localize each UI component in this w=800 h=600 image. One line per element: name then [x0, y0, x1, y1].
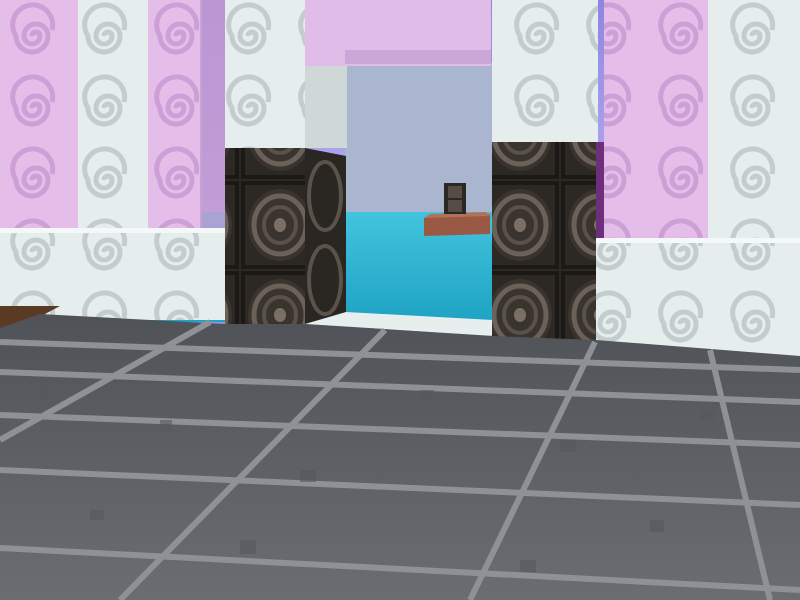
pink-pillar-right: [604, 0, 710, 238]
game-viewport[interactable]: [0, 0, 800, 600]
speaker-left-top: [225, 148, 305, 236]
white-pillar-door-left: [225, 0, 307, 148]
pink-pillar-left: [148, 0, 202, 232]
speaker-right-top: [492, 142, 596, 238]
white-pillar-left: [78, 0, 150, 232]
white-wall-right: [596, 238, 800, 356]
doorway-haze: [345, 62, 493, 212]
white-pillar-door-right: [492, 0, 598, 142]
white-pillar-right: [708, 0, 800, 244]
speaker-left-bottom: [225, 236, 305, 324]
speaker-right-bottom: [492, 238, 596, 340]
scene-render: [0, 0, 800, 600]
pink-pillar-far-left: [0, 0, 80, 232]
